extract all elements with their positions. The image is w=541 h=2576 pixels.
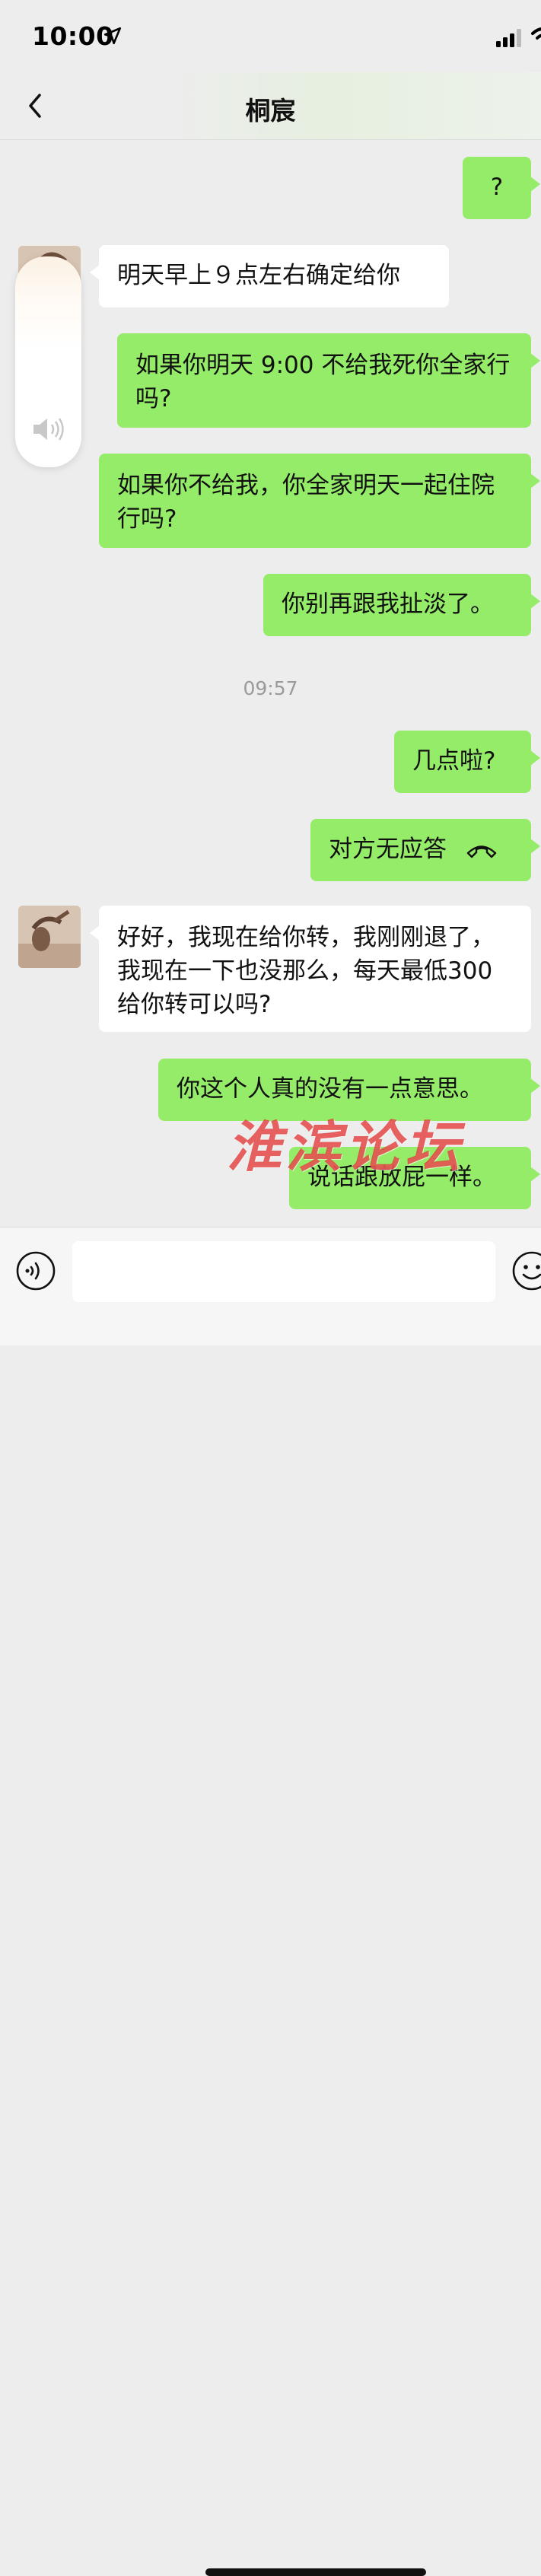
location-arrow-icon <box>103 27 122 45</box>
status-time: 10:00 <box>32 21 114 51</box>
contact-avatar[interactable] <box>18 906 81 968</box>
chat-timestamp: 09:57 <box>243 677 298 699</box>
outgoing-message[interactable]: 如果你不给我，你全家明天一起住院行吗? <box>99 454 540 548</box>
emoji-face-icon[interactable] <box>511 1250 541 1291</box>
chat-header: 桐宸 <box>0 72 541 140</box>
incoming-message[interactable]: 明天早上９点左右确定给你 <box>90 245 449 307</box>
outgoing-message[interactable]: 你这个人真的没有一点意思。 <box>158 1059 540 1121</box>
outgoing-message[interactable]: ? <box>463 157 540 219</box>
message-text: 好好，我现在给你转，我刚刚退了，我现在一下也没那么，每天最低300给你转可以吗? <box>117 924 495 1018</box>
message-text: 如果你明天 9:00 不给我死你全家行吗? <box>135 352 511 412</box>
status-bar: 10:00 <box>0 0 541 72</box>
outgoing-message[interactable]: 你别再跟我扯淡了。 <box>263 574 540 636</box>
message-text: 如果你不给我，你全家明天一起住院行吗? <box>117 472 495 533</box>
avatar-photo <box>18 906 81 968</box>
speaker-volume-icon <box>33 418 64 441</box>
outgoing-message[interactable]: 几点啦? <box>394 731 540 793</box>
message-text: 你这个人真的没有一点意思。 <box>177 1075 483 1103</box>
wifi-icon <box>531 27 541 40</box>
input-bar <box>0 1227 541 2576</box>
outgoing-message[interactable]: 如果你明天 9:00 不给我死你全家行吗? <box>117 333 540 428</box>
cellular-signal-icon <box>496 29 521 47</box>
message-text: 对方无应答 <box>329 836 447 863</box>
volume-popup <box>15 256 81 467</box>
incoming-message[interactable]: 好好，我现在给你转，我刚刚退了，我现在一下也没那么，每天最低300给你转可以吗? <box>90 906 531 1032</box>
message-text: 你别再跟我扯淡了。 <box>282 591 494 618</box>
phone-hangup-icon <box>466 845 497 858</box>
message-text: 说话跟放屁一样。 <box>307 1164 496 1191</box>
voice-input-icon[interactable] <box>15 1250 56 1291</box>
chat-title: 桐宸 <box>245 96 296 126</box>
message-input[interactable] <box>72 1241 495 1302</box>
call-status-message[interactable]: 对方无应答 <box>310 819 540 881</box>
message-text: ? <box>490 174 504 201</box>
outgoing-message[interactable]: 说话跟放屁一样。 <box>289 1147 540 1209</box>
message-text: 几点啦? <box>412 747 496 775</box>
home-indicator[interactable] <box>205 2568 426 2576</box>
message-text: 明天早上９点左右确定给你 <box>117 262 400 289</box>
